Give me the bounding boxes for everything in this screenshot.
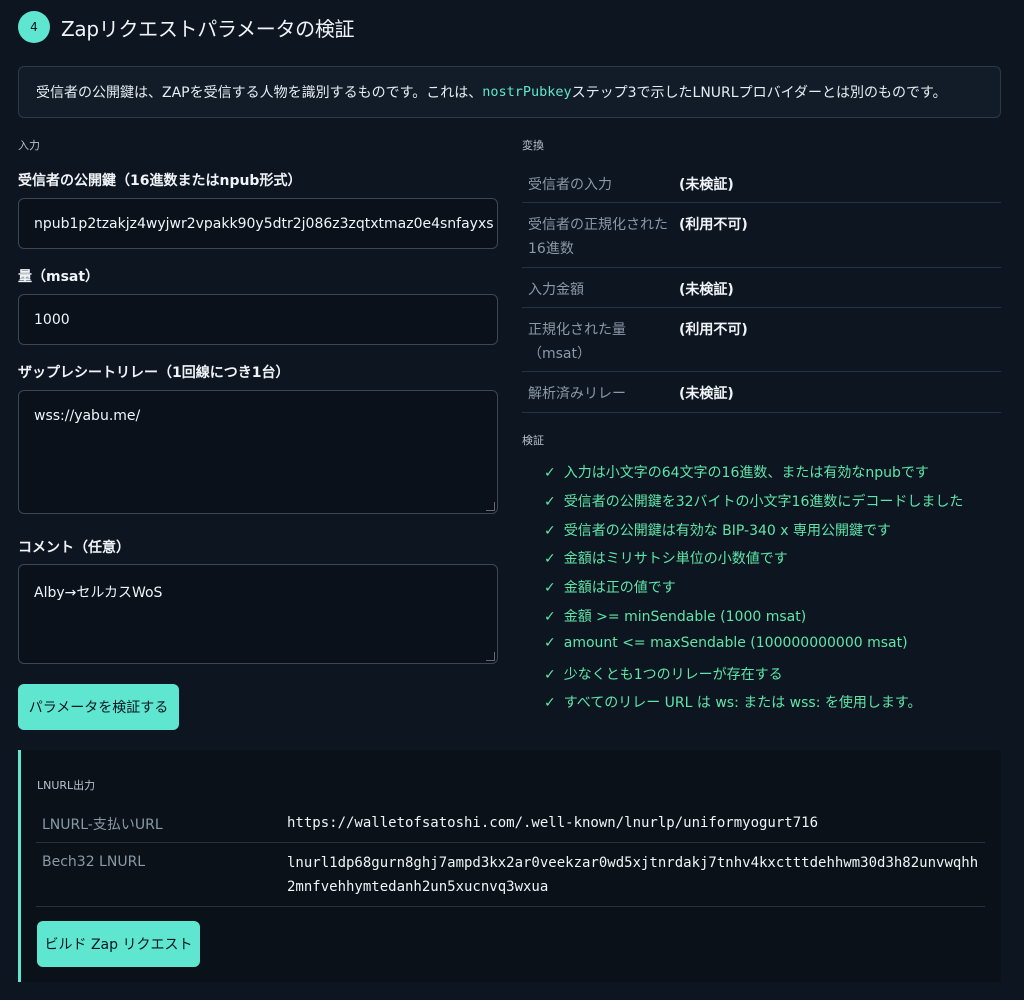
- step-title: Zapリクエストパラメータの検証: [61, 16, 355, 41]
- output-row: Bech32 LNURL lnurl1dp68gurn8ghj7ampd3kx2…: [36, 843, 985, 907]
- relays-label: ザップレシートリレー（1回線につき1台）: [18, 365, 290, 381]
- check-icon: ✓: [544, 609, 556, 625]
- relays-textarea[interactable]: wss://yabu.me/: [18, 390, 498, 514]
- validation-text: 少なくとも1つのリレーが存在する: [563, 667, 783, 683]
- transform-value: (利用不可): [679, 217, 748, 233]
- relays-value: wss://yabu.me/: [34, 408, 141, 424]
- amount-value: 1000: [34, 311, 70, 328]
- validation-text: 金額は正の値です: [563, 580, 676, 596]
- validation-text: 入力は小文字の64文字の16進数、または有効なnpubです: [563, 465, 929, 481]
- validate-button[interactable]: パラメータを検証する: [18, 684, 179, 730]
- validation-text: 金額 >= minSendable (1000 msat): [563, 609, 807, 625]
- check-icon: ✓: [544, 635, 556, 651]
- output-value: lnurl1dp68gurn8ghj7ampd3kx2ar0veekzar0wd…: [287, 855, 979, 895]
- validation-item: ✓ 金額はミリサトシ単位の小数値です: [544, 548, 788, 568]
- comment-label: コメント（任意）: [18, 540, 130, 556]
- info-text-before: 受信者の公開鍵は、ZAPを受信する人物を識別するものです。これは、: [36, 85, 483, 101]
- validation-text: すべてのリレー URL は ws: または wss: を使用します。: [563, 695, 922, 711]
- transform-key: 正規化された量（msat）: [528, 322, 626, 362]
- amount-label: 量（msat）: [18, 269, 100, 285]
- transform-section-label: 変換: [522, 139, 544, 152]
- output-section-label: LNURL出力: [37, 779, 96, 792]
- output-key: Bech32 LNURL: [42, 854, 146, 870]
- pubkey-label: 受信者の公開鍵（16進数またはnpub形式）: [18, 173, 302, 189]
- validation-text: amount <= maxSendable (100000000000 msat…: [563, 635, 908, 651]
- validation-item: ✓ すべてのリレー URL は ws: または wss: を使用します。: [544, 692, 922, 712]
- validation-item: ✓ 金額 >= minSendable (1000 msat): [544, 606, 806, 626]
- transform-key: 受信者の正規化された16進数: [528, 217, 668, 257]
- validation-section-label: 検証: [522, 434, 544, 447]
- step-header: 4 Zapリクエストパラメータの検証: [18, 10, 355, 44]
- validation-text: 受信者の公開鍵は有効な BIP-340 x 専用公開鍵です: [563, 523, 892, 539]
- info-box: 受信者の公開鍵は、ZAPを受信する人物を識別するものです。これは、 nostrP…: [18, 66, 1001, 118]
- comment-textarea[interactable]: Alby→セルカスWoS: [18, 564, 498, 664]
- validation-text: 金額はミリサトシ単位の小数値です: [563, 551, 788, 567]
- check-icon: ✓: [544, 523, 556, 539]
- resize-grip-icon[interactable]: [486, 502, 495, 511]
- transform-value: (未検証): [679, 177, 734, 193]
- info-code: nostrPubkey: [482, 84, 572, 100]
- transform-key: 入力金額: [528, 282, 584, 298]
- check-icon: ✓: [544, 667, 556, 683]
- check-icon: ✓: [544, 465, 556, 481]
- comment-value: Alby→セルカスWoS: [34, 585, 163, 601]
- pubkey-input[interactable]: npub1p2tzakjz4wyjwr2vpakk90y5dtr2j086z3z…: [18, 198, 498, 249]
- check-icon: ✓: [544, 551, 556, 567]
- check-icon: ✓: [544, 494, 556, 510]
- input-section-label: 入力: [18, 139, 40, 152]
- check-icon: ✓: [544, 580, 556, 596]
- validation-item: ✓ 金額は正の値です: [544, 577, 676, 597]
- output-key: LNURL-支払いURL: [42, 817, 163, 833]
- info-text-after: ステップ3で示したLNURLプロバイダーとは別のものです。: [571, 85, 947, 101]
- resize-grip-icon[interactable]: [486, 652, 495, 661]
- transform-value: (利用不可): [679, 322, 748, 338]
- transform-key: 受信者の入力: [528, 177, 612, 193]
- transform-row: 受信者の正規化された16進数 (利用不可): [522, 203, 1001, 268]
- validation-text: 受信者の公開鍵を32バイトの小文字16進数にデコードしました: [563, 494, 964, 510]
- output-value: https://walletofsatoshi.com/.well-known/…: [287, 815, 819, 831]
- transform-row: 解析済みリレー (未検証): [522, 372, 1001, 413]
- validation-item: ✓ 入力は小文字の64文字の16進数、または有効なnpubです: [544, 462, 929, 482]
- transform-value: (未検証): [679, 282, 734, 298]
- validation-item: ✓ amount <= maxSendable (100000000000 msa…: [544, 635, 908, 651]
- amount-input[interactable]: 1000: [18, 294, 498, 345]
- transform-value: (未検証): [679, 386, 734, 402]
- validation-item: ✓ 受信者の公開鍵は有効な BIP-340 x 専用公開鍵です: [544, 520, 891, 540]
- transform-key: 解析済みリレー: [528, 386, 626, 402]
- build-zap-request-button[interactable]: ビルド Zap リクエスト: [37, 921, 200, 967]
- transform-row: 受信者の入力 (未検証): [522, 163, 1001, 203]
- check-icon: ✓: [544, 695, 556, 711]
- pubkey-value: npub1p2tzakjz4wyjwr2vpakk90y5dtr2j086z3z…: [34, 215, 494, 232]
- output-row: LNURL-支払いURL https://walletofsatoshi.com…: [36, 803, 985, 843]
- transform-row: 正規化された量（msat） (利用不可): [522, 308, 1001, 372]
- step-number-badge: 4: [18, 11, 50, 43]
- validation-item: ✓ 少なくとも1つのリレーが存在する: [544, 664, 783, 684]
- transform-row: 入力金額 (未検証): [522, 268, 1001, 308]
- validation-item: ✓ 受信者の公開鍵を32バイトの小文字16進数にデコードしました: [544, 491, 963, 511]
